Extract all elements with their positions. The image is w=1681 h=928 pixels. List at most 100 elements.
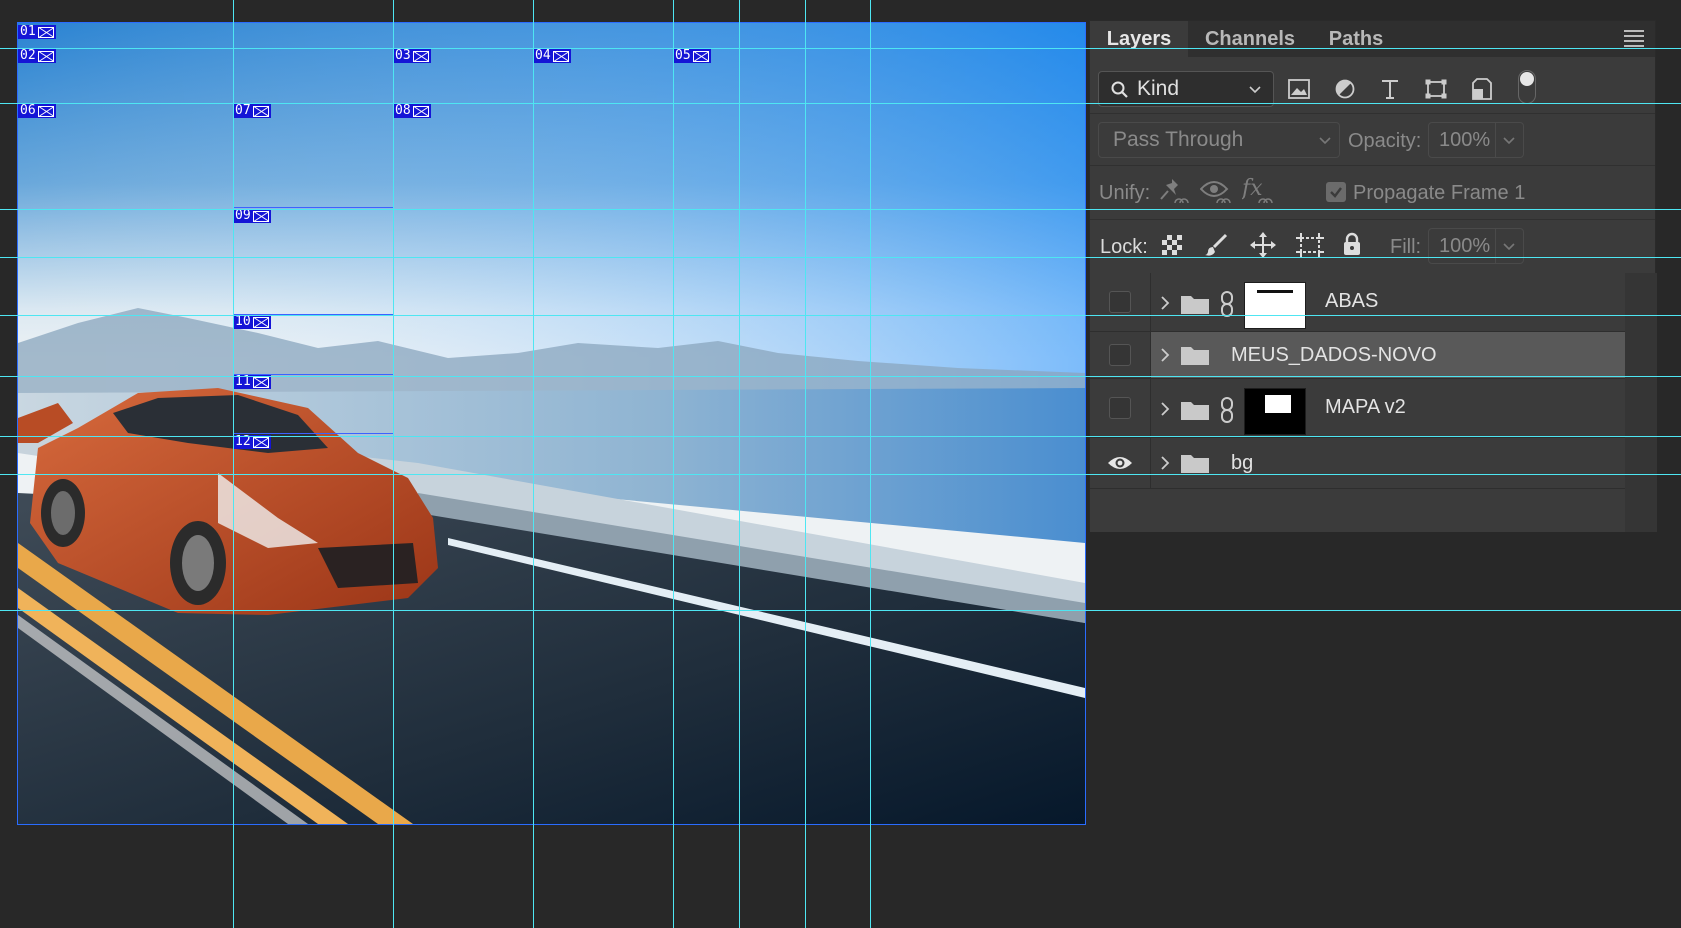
expand-chevron-icon[interactable]: [1160, 455, 1170, 471]
slice-number: 08: [395, 103, 411, 118]
slice-boundary: [233, 433, 393, 434]
layer-name: bg: [1231, 452, 1254, 474]
layers-list: ABAS MEUS_DADOS-NOVO MAPA v2 bg: [1090, 273, 1657, 532]
slice-tag-04[interactable]: 04: [533, 49, 571, 63]
blend-mode-dropdown[interactable]: Pass Through: [1098, 122, 1340, 158]
folder-icon: [1181, 296, 1209, 314]
lock-transparent-pixels-icon[interactable]: [1162, 235, 1182, 255]
unify-row: Unify: fx Propagate Frame 1: [1090, 165, 1655, 220]
slice-number: 03: [395, 48, 411, 63]
search-icon: [1111, 81, 1128, 98]
tab-layers[interactable]: Layers: [1090, 21, 1188, 57]
opacity-field[interactable]: 100%: [1428, 122, 1524, 158]
lock-image-pixels-brush-icon[interactable]: [1204, 233, 1228, 257]
visibility-toggle[interactable]: [1090, 273, 1151, 331]
tab-paths[interactable]: Paths: [1312, 21, 1400, 57]
shape-layer-filter-icon[interactable]: [1425, 79, 1447, 99]
propagate-frame-checkbox[interactable]: [1326, 182, 1346, 202]
guide-vertical[interactable]: [870, 0, 871, 928]
guide-vertical[interactable]: [739, 0, 740, 928]
adjustment-layer-filter-icon[interactable]: [1335, 79, 1355, 99]
opacity-value: 100%: [1439, 129, 1491, 151]
chevron-down-icon: [1249, 86, 1261, 94]
slice-tag-01[interactable]: 01: [18, 25, 56, 39]
guide-vertical[interactable]: [533, 0, 534, 928]
filter-row: Kind: [1090, 57, 1655, 114]
slice-tag-05[interactable]: 05: [673, 49, 711, 63]
guide-horizontal[interactable]: [0, 103, 1681, 104]
filter-kind-dropdown[interactable]: Kind: [1098, 71, 1274, 107]
fill-field[interactable]: 100%: [1428, 228, 1524, 264]
folder-icon: [1181, 402, 1209, 420]
image-slice-icon: [252, 436, 269, 448]
panel-menu-icon[interactable]: [1624, 30, 1644, 47]
guide-vertical[interactable]: [805, 0, 806, 928]
filter-toggle-switch[interactable]: [1518, 70, 1536, 104]
layer-name: MEUS_DADOS-NOVO: [1231, 344, 1437, 366]
visibility-hidden-box: [1109, 291, 1131, 313]
slice-number: 05: [675, 48, 691, 63]
smart-object-filter-icon[interactable]: [1472, 78, 1492, 100]
guide-horizontal[interactable]: [0, 436, 1681, 437]
guide-vertical[interactable]: [393, 0, 394, 928]
guide-horizontal[interactable]: [0, 315, 1681, 316]
slice-tag-12[interactable]: 12: [233, 435, 271, 449]
expand-chevron-icon[interactable]: [1160, 347, 1170, 363]
guide-horizontal[interactable]: [0, 610, 1681, 611]
unify-position-icon[interactable]: [1158, 177, 1192, 209]
layer-row-bg[interactable]: bg: [1090, 438, 1625, 489]
lock-row: Lock: Fill: 100%: [1090, 219, 1655, 274]
layer-row-mapa-v2[interactable]: MAPA v2: [1090, 379, 1625, 438]
image-slice-icon: [552, 50, 569, 62]
layer-mask-thumbnail[interactable]: [1244, 282, 1306, 329]
lock-position-move-icon[interactable]: [1250, 232, 1276, 258]
unify-visibility-icon[interactable]: [1200, 177, 1234, 209]
layer-row-abas[interactable]: ABAS: [1090, 273, 1625, 332]
visibility-toggle[interactable]: [1090, 379, 1151, 437]
guide-vertical[interactable]: [233, 0, 234, 928]
visibility-toggle[interactable]: [1090, 332, 1151, 378]
document-canvas[interactable]: 01 02 03 04 05 06 07 08 09 10 11 12: [17, 22, 1086, 825]
guide-horizontal[interactable]: [0, 48, 1681, 49]
slice-tag-10[interactable]: 10: [233, 315, 271, 329]
image-slice-icon: [252, 105, 269, 117]
guide-horizontal[interactable]: [0, 209, 1681, 210]
unify-style-fx-icon[interactable]: fx: [1242, 175, 1276, 209]
slice-tag-02[interactable]: 02: [18, 49, 56, 63]
layers-panel: Layers Channels Paths Kind Pass Through: [1089, 20, 1657, 532]
slice-tag-07[interactable]: 07: [233, 104, 271, 118]
lock-artboard-nesting-icon[interactable]: [1296, 233, 1324, 257]
slice-number: 06: [20, 103, 36, 118]
layer-mask-thumbnail[interactable]: [1244, 388, 1306, 435]
lock-all-icon[interactable]: [1342, 232, 1362, 256]
blend-mode-value: Pass Through: [1113, 128, 1244, 151]
chevron-down-icon: [1503, 137, 1515, 145]
slice-tag-03[interactable]: 03: [393, 49, 431, 63]
slice-number: 02: [20, 48, 36, 63]
layers-scrollbar[interactable]: [1625, 273, 1657, 532]
expand-chevron-icon[interactable]: [1160, 401, 1170, 417]
expand-chevron-icon[interactable]: [1160, 295, 1170, 311]
slice-number: 04: [535, 48, 551, 63]
pixel-layer-filter-icon[interactable]: [1288, 79, 1310, 99]
guide-horizontal[interactable]: [0, 257, 1681, 258]
mask-link-chain-icon[interactable]: [1220, 397, 1234, 423]
slice-number: 11: [235, 374, 251, 389]
slice-tag-06[interactable]: 06: [18, 104, 56, 118]
guide-vertical[interactable]: [673, 0, 674, 928]
guide-horizontal[interactable]: [0, 474, 1681, 475]
svg-text:fx: fx: [1242, 176, 1263, 201]
layer-row-meus-dados-novo[interactable]: MEUS_DADOS-NOVO: [1090, 332, 1625, 379]
type-layer-filter-icon[interactable]: [1380, 79, 1400, 99]
slice-tag-09[interactable]: 09: [233, 209, 271, 223]
image-slice-icon: [252, 316, 269, 328]
folder-icon: [1181, 455, 1209, 473]
slice-tag-08[interactable]: 08: [393, 104, 431, 118]
mask-link-chain-icon[interactable]: [1220, 291, 1234, 317]
image-slice-icon: [37, 26, 54, 38]
guide-horizontal[interactable]: [0, 376, 1681, 377]
tab-channels[interactable]: Channels: [1188, 21, 1312, 57]
slice-tag-11[interactable]: 11: [233, 375, 271, 389]
panel-tab-bar: Layers Channels Paths: [1090, 21, 1655, 57]
visibility-toggle[interactable]: [1090, 438, 1151, 488]
